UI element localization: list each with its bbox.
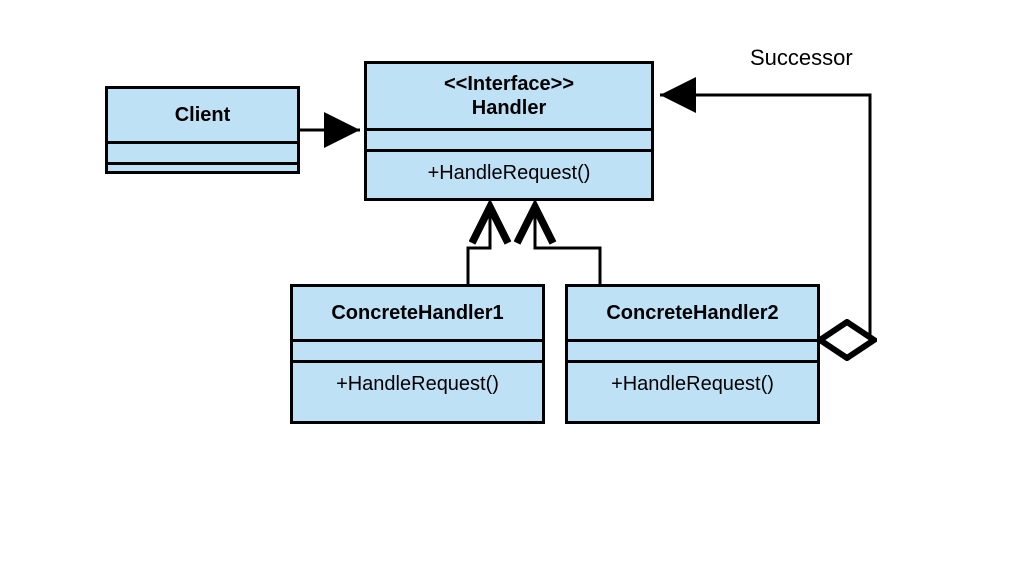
- uml-class-concrete-handler-1: ConcreteHandler1 +HandleRequest(): [290, 284, 545, 424]
- class-operation: +HandleRequest(): [367, 152, 651, 195]
- class-attributes-compartment: [568, 342, 817, 363]
- class-header: <<Interface>> Handler: [367, 64, 651, 131]
- class-name: ConcreteHandler2: [568, 287, 817, 342]
- uml-class-handler: <<Interface>> Handler +HandleRequest(): [364, 61, 654, 201]
- uml-class-concrete-handler-2: ConcreteHandler2 +HandleRequest(): [565, 284, 820, 424]
- realize-concrete1-to-handler: [468, 207, 490, 284]
- class-operation: +HandleRequest(): [293, 363, 542, 406]
- class-attributes-compartment: [367, 131, 651, 152]
- class-operation: +HandleRequest(): [568, 363, 817, 406]
- class-operations-compartment: [108, 165, 297, 171]
- association-label-successor: Successor: [750, 45, 853, 71]
- class-name: Client: [108, 89, 297, 144]
- uml-class-client: Client: [105, 86, 300, 174]
- class-name: Handler: [472, 97, 546, 119]
- class-attributes-compartment: [108, 144, 297, 165]
- class-attributes-compartment: [293, 342, 542, 363]
- class-name: ConcreteHandler1: [293, 287, 542, 342]
- realize-concrete2-to-handler: [535, 207, 600, 284]
- class-stereotype: <<Interface>>: [444, 73, 574, 95]
